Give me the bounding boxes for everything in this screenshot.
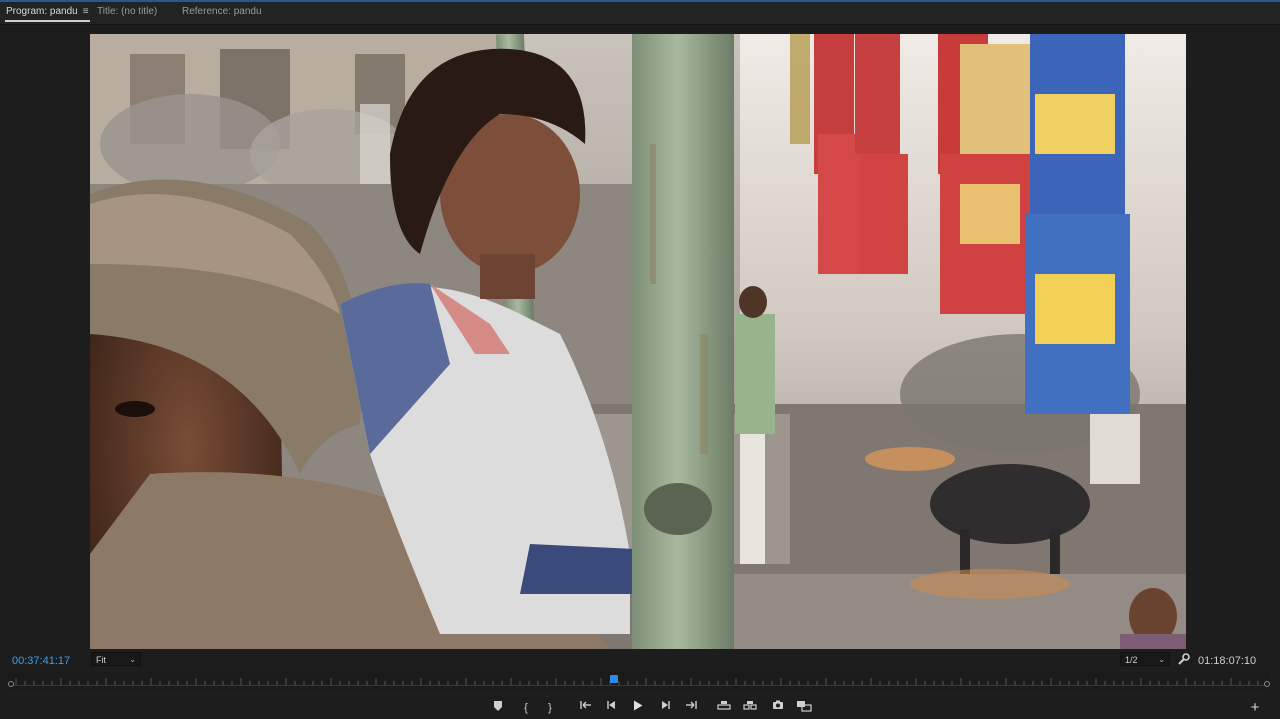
mark-in-icon[interactable]: {	[518, 700, 534, 716]
step-forward-icon[interactable]	[657, 700, 673, 716]
go-to-in-icon[interactable]	[578, 700, 594, 716]
step-back-icon[interactable]	[604, 700, 620, 716]
in-point-handle[interactable]	[8, 681, 14, 687]
tab-program-label: Program: pandu	[6, 6, 78, 17]
zoom-level-value: Fit	[96, 655, 106, 665]
program-monitor-frame[interactable]	[90, 34, 1186, 649]
playback-resolution-select[interactable]: 1/2 ⌄	[1120, 652, 1170, 666]
ruler-track	[12, 685, 1266, 686]
wrench-settings-icon[interactable]	[1177, 652, 1191, 666]
out-point-handle[interactable]	[1264, 681, 1270, 687]
comparison-view-icon[interactable]	[796, 700, 812, 716]
zoom-level-select[interactable]: Fit ⌄	[91, 652, 141, 666]
tab-program[interactable]: Program: pandu ≡	[5, 6, 90, 22]
tab-title[interactable]: Title: (no title)	[97, 6, 157, 17]
lift-icon[interactable]	[716, 700, 732, 716]
hamburger-menu-icon[interactable]: ≡	[83, 6, 89, 17]
chevron-down-icon: ⌄	[1158, 655, 1165, 664]
chevron-down-icon: ⌄	[129, 655, 136, 664]
tab-reference-label: Reference: pandu	[182, 6, 262, 17]
video-frame-image	[90, 34, 1186, 649]
current-timecode[interactable]: 00:37:41:17	[12, 655, 70, 667]
tab-reference[interactable]: Reference: pandu	[182, 6, 262, 17]
transport-controls: { }	[0, 700, 1280, 718]
time-ruler[interactable]	[8, 672, 1270, 690]
play-icon[interactable]	[630, 700, 646, 716]
tab-title-label: Title: (no title)	[97, 6, 158, 17]
go-to-out-icon[interactable]	[683, 700, 699, 716]
playhead-handle[interactable]	[610, 675, 618, 683]
mark-out-icon[interactable]: }	[542, 700, 558, 716]
export-frame-icon[interactable]	[770, 700, 786, 716]
ruler-ticks	[15, 678, 1259, 685]
extract-icon[interactable]	[742, 700, 758, 716]
duration-timecode: 01:18:07:10	[1198, 655, 1257, 667]
add-marker-icon[interactable]	[490, 700, 506, 716]
add-button-icon[interactable]: +	[1248, 700, 1262, 716]
panel-tab-bar: Program: pandu ≡ Title: (no title) Refere…	[0, 2, 1280, 25]
playback-resolution-value: 1/2	[1125, 655, 1138, 665]
